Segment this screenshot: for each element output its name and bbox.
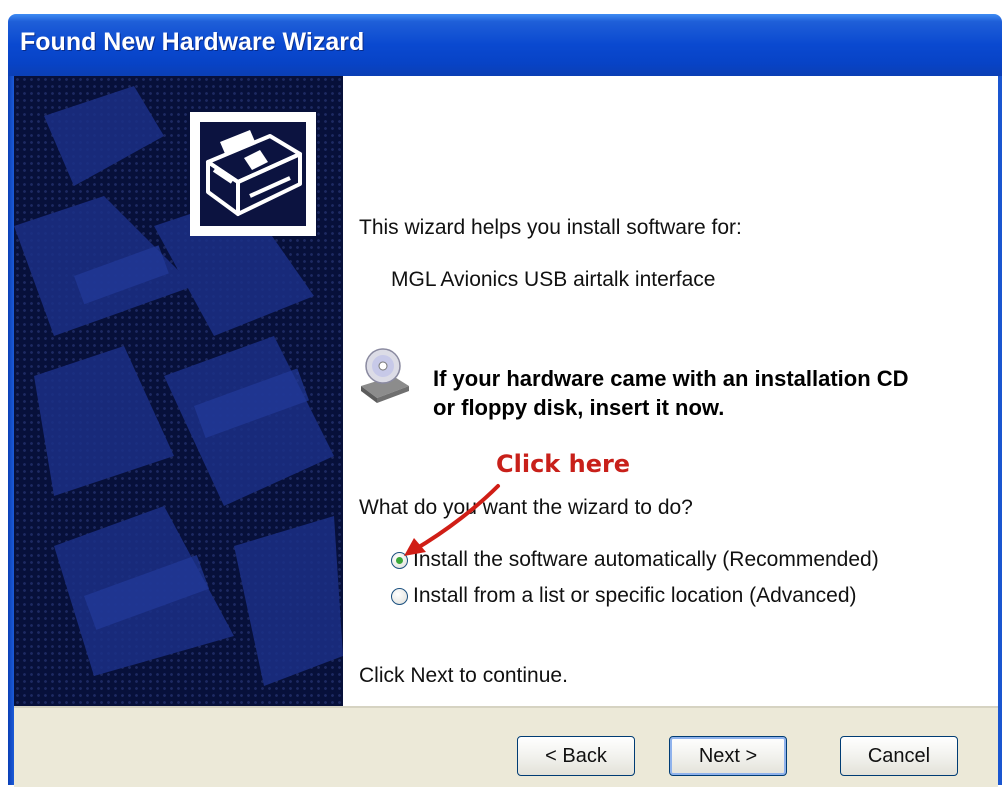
click-here-annotation: Click here [496,450,631,478]
annotation-arrow-icon [404,484,500,556]
insert-disk-message-line2: or floppy disk, insert it now. [433,395,725,420]
back-button[interactable]: < Back [517,736,635,776]
radio-advanced[interactable] [391,587,408,605]
next-button[interactable]: Next > [669,736,787,776]
cd-drive-icon [359,346,411,404]
continue-hint: Click Next to continue. [359,664,568,687]
option-advanced-label[interactable]: Install from a list or specific location… [413,584,857,608]
window-frame-right [998,76,1002,785]
window-title: Found New Hardware Wizard [20,28,365,56]
button-bar: < Back Next > Cancel [14,706,998,787]
option-install-from-list[interactable]: Install from a list or specific location… [391,582,857,610]
device-name: MGL Avionics USB airtalk interface [391,268,716,291]
cancel-button[interactable]: Cancel [840,736,958,776]
wizard-content: This wizard helps you install software f… [343,76,998,706]
insert-disk-message: If your hardware came with an installati… [433,364,909,422]
wizard-side-banner [14,76,343,706]
intro-text: This wizard helps you install software f… [359,216,742,239]
insert-disk-message-line1: If your hardware came with an installati… [433,366,909,391]
hardware-install-icon [190,112,316,236]
title-bar[interactable]: Found New Hardware Wizard [8,14,1002,76]
wizard-window: Found New Hardware Wizard This wizard he… [8,14,1002,787]
